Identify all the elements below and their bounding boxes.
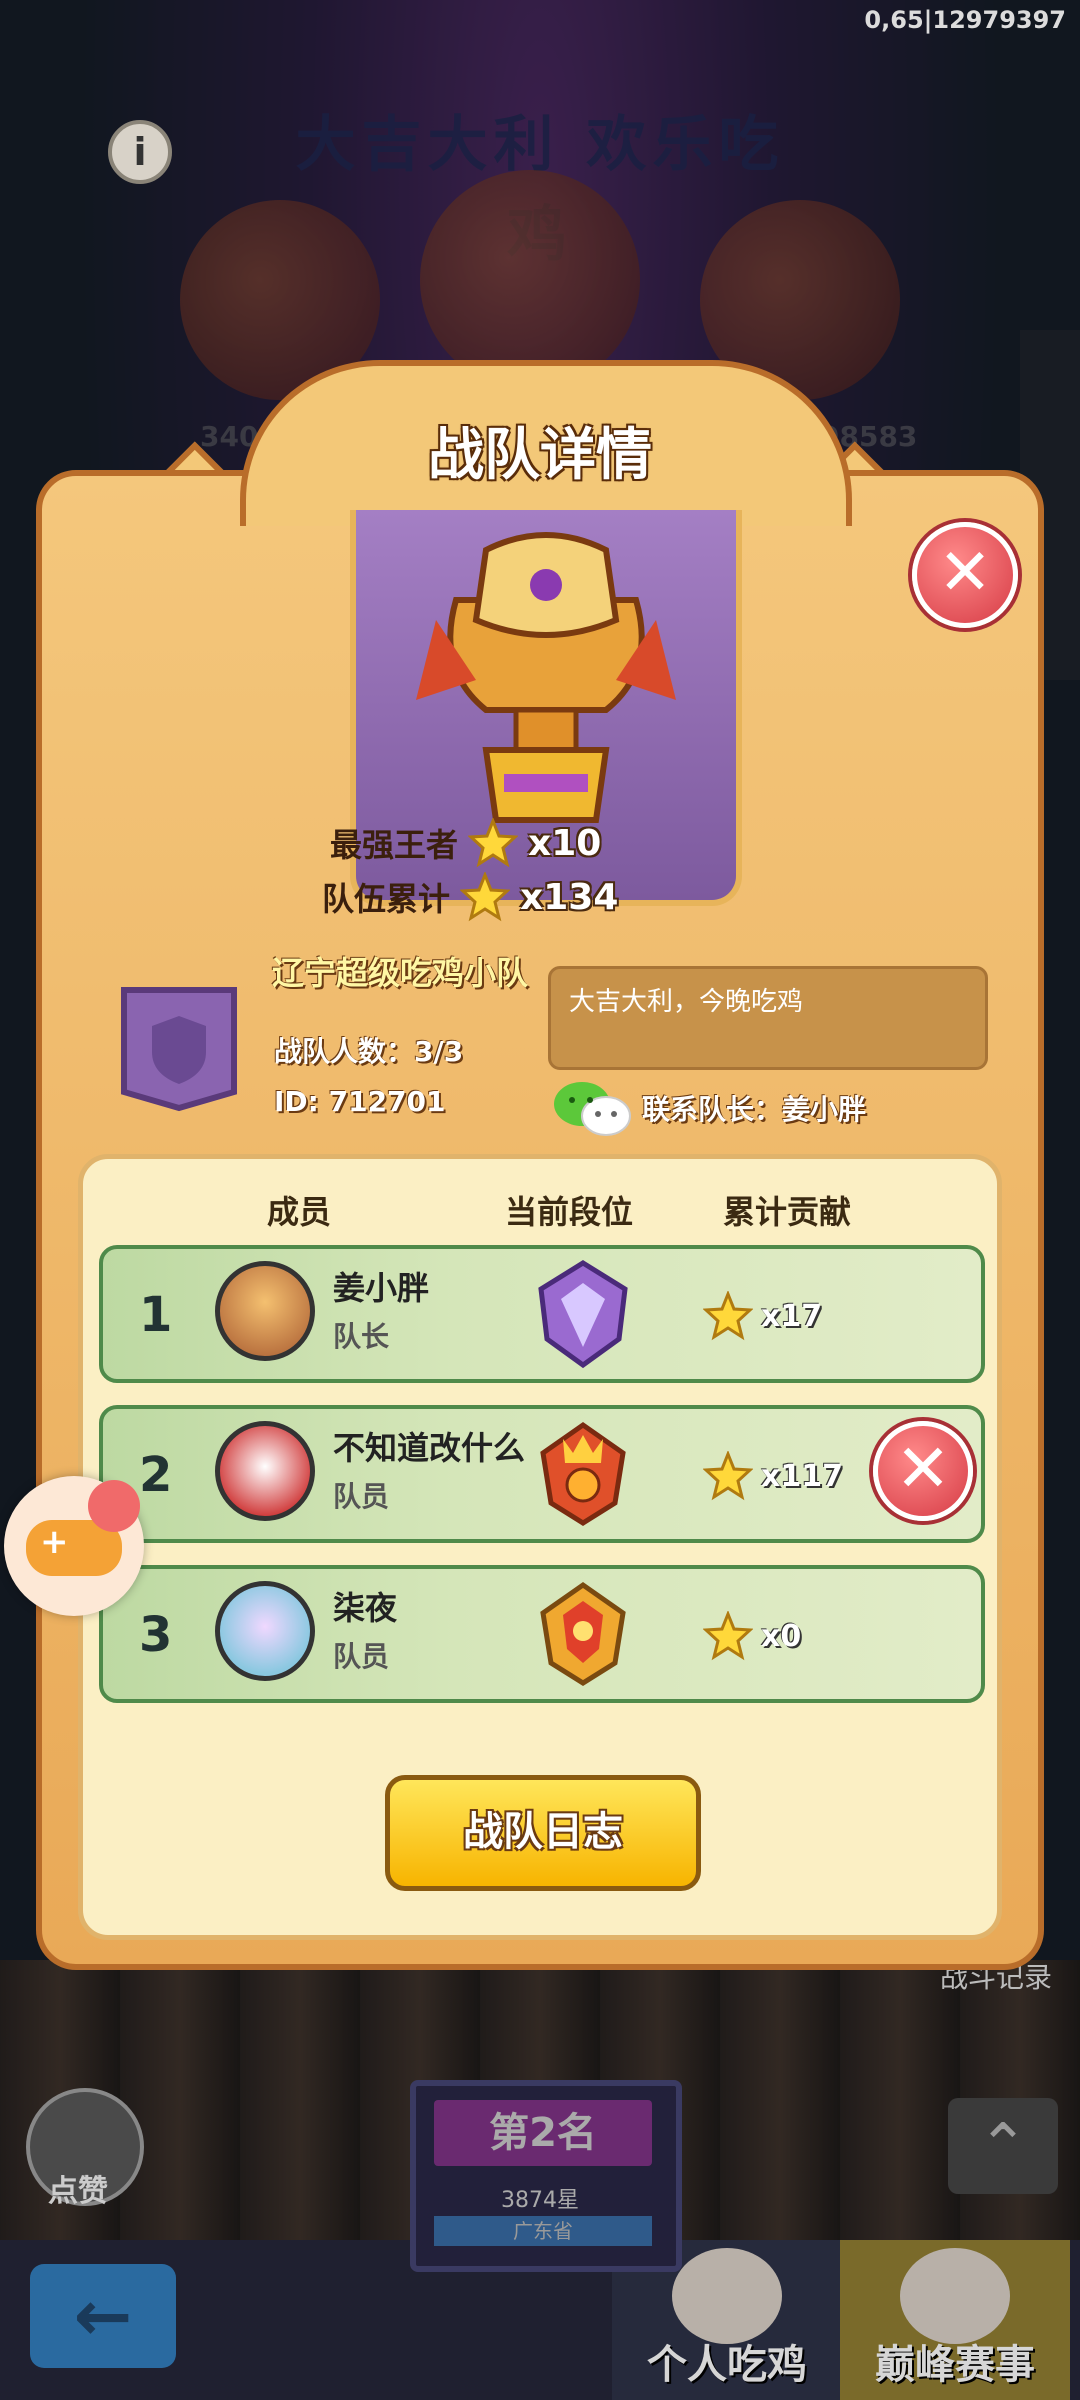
avatar[interactable] bbox=[215, 1261, 315, 1361]
member-name: 姜小胖 bbox=[333, 1269, 430, 1307]
team-log-button[interactable]: 战队日志 bbox=[385, 1775, 701, 1891]
rank-card-title: 第2名 bbox=[434, 2100, 652, 2166]
scroll-up-button[interactable]: ⌃ bbox=[948, 2098, 1058, 2194]
gamepad-float-button[interactable] bbox=[4, 1476, 144, 1616]
like-label: 点赞 bbox=[48, 2174, 108, 2209]
trophy-stat-label: 最强王者 bbox=[330, 826, 459, 864]
team-motto: 大吉大利，今晚吃鸡 bbox=[548, 966, 988, 1070]
tab-character-icon bbox=[672, 2248, 782, 2344]
king-rank-badge-icon bbox=[540, 1421, 626, 1526]
back-arrow-icon[interactable]: ← bbox=[30, 2264, 176, 2368]
remove-member-button[interactable]: ✕ bbox=[873, 1421, 973, 1521]
debug-id-label: 0,65|12979397 bbox=[864, 6, 1066, 34]
modal-title: 战队详情 bbox=[428, 423, 652, 488]
notification-dot bbox=[88, 1480, 140, 1532]
rank-card-province: 广东省 bbox=[434, 2216, 652, 2246]
member-role: 队员 bbox=[333, 1480, 390, 1513]
trophy-stat-total: 队伍累计 x134 bbox=[322, 872, 618, 922]
member-contribution-value: x0 bbox=[761, 1618, 802, 1654]
column-header-rank: 当前段位 bbox=[505, 1193, 634, 1231]
close-button[interactable]: ✕ bbox=[912, 522, 1018, 628]
team-shield-icon bbox=[121, 987, 237, 1112]
avatar[interactable] bbox=[215, 1581, 315, 1681]
member-contribution-value: x17 bbox=[761, 1298, 823, 1334]
team-name: 辽宁超级吃鸡小队 bbox=[272, 954, 529, 992]
contact-leader[interactable]: 联系队长：姜小胖 bbox=[552, 1078, 866, 1138]
trophy-stat-value: x134 bbox=[520, 876, 619, 918]
tab-character-icon bbox=[900, 2248, 1010, 2344]
tab-peak-event[interactable]: 巅峰赛事 bbox=[840, 2240, 1070, 2400]
member-contribution: x17 bbox=[703, 1291, 822, 1341]
star-icon bbox=[468, 818, 519, 868]
contact-leader-label: 联系队长：姜小胖 bbox=[642, 1093, 867, 1126]
member-role: 队长 bbox=[333, 1320, 390, 1353]
rank-card-stars: 3874星 bbox=[501, 2188, 579, 2213]
tab-label: 巅峰赛事 bbox=[875, 2342, 1035, 2388]
star-icon bbox=[703, 1611, 753, 1661]
member-rank-number: 2 bbox=[139, 1447, 173, 1503]
gold-rank-badge-icon bbox=[540, 1581, 626, 1686]
star-icon bbox=[703, 1291, 753, 1341]
member-contribution: x117 bbox=[703, 1451, 843, 1501]
trophy-stat-strongest: 最强王者 x10 bbox=[330, 818, 601, 868]
member-contribution-value: x117 bbox=[761, 1458, 843, 1494]
team-member-count: 战队人数：3/3 bbox=[274, 1035, 464, 1068]
avatar[interactable] bbox=[215, 1421, 315, 1521]
star-icon bbox=[460, 872, 511, 922]
member-name: 不知道改什么 bbox=[333, 1429, 526, 1467]
member-name: 柒夜 bbox=[333, 1589, 398, 1627]
members-panel: 成员 当前段位 累计贡献 1 姜小胖 队长 x17 2 不知道改什么 队员 x1… bbox=[78, 1154, 1002, 1940]
column-header-member: 成员 bbox=[267, 1193, 332, 1231]
tab-label: 个人吃鸡 bbox=[647, 2342, 807, 2388]
info-icon[interactable]: i bbox=[108, 120, 172, 184]
trophy-stat-label: 队伍累计 bbox=[322, 880, 451, 918]
column-header-contribution: 累计贡献 bbox=[723, 1193, 852, 1231]
member-contribution: x0 bbox=[703, 1611, 801, 1661]
dragon-trophy-icon bbox=[416, 532, 676, 823]
rank-card: 第2名 3874星 广东省 bbox=[410, 2080, 682, 2272]
member-rank-number: 1 bbox=[139, 1287, 173, 1343]
wechat-icon bbox=[554, 1082, 631, 1136]
diamond-rank-badge-icon bbox=[538, 1260, 628, 1369]
member-row[interactable]: 1 姜小胖 队长 x17 bbox=[99, 1245, 985, 1383]
member-rank-number: 3 bbox=[139, 1607, 173, 1663]
member-role: 队员 bbox=[333, 1640, 390, 1673]
team-id: ID: 712701 bbox=[274, 1085, 446, 1118]
star-icon bbox=[703, 1451, 753, 1501]
member-row[interactable]: 3 柒夜 队员 x0 bbox=[99, 1565, 985, 1703]
trophy-stat-value: x10 bbox=[528, 822, 602, 864]
member-row[interactable]: 2 不知道改什么 队员 x117 ✕ bbox=[99, 1405, 985, 1543]
